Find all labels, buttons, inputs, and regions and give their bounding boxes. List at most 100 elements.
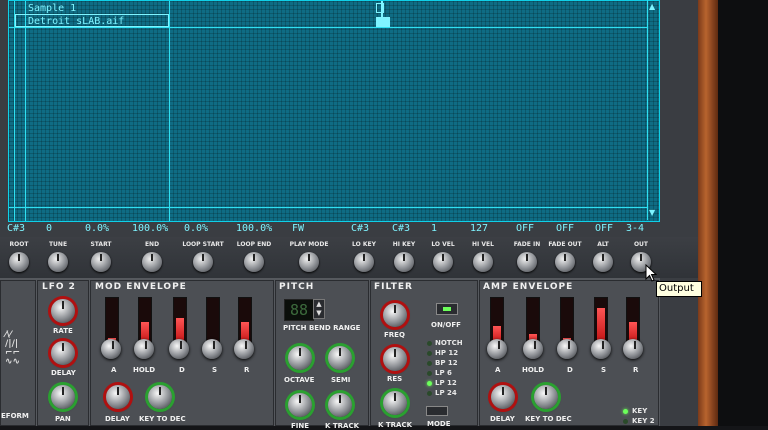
- knob-label-play-mode: PLAY MODE: [289, 241, 329, 248]
- filter-type-notch[interactable]: NOTCH: [435, 339, 463, 347]
- mod-env-key-to-dec-knob[interactable]: [148, 385, 172, 409]
- amp-env-attack-knob[interactable]: [487, 339, 507, 359]
- pitch-octave-knob[interactable]: [288, 346, 312, 370]
- filter-type-led-hp12[interactable]: [427, 351, 432, 356]
- filter-type-lp6[interactable]: LP 6: [435, 369, 452, 377]
- amp-env-key2-led[interactable]: [623, 419, 628, 424]
- key-range-marker[interactable]: [376, 17, 390, 27]
- filter-type-lp24[interactable]: LP 24: [435, 389, 457, 397]
- loop-end-knob[interactable]: [244, 252, 264, 272]
- filter-type-hp12[interactable]: HP 12: [435, 349, 458, 357]
- filter-freq-knob[interactable]: [383, 303, 407, 327]
- knob-label-start: START: [90, 241, 112, 248]
- knob-label-lo-key: LO KEY: [352, 241, 376, 248]
- filter-type-lp12[interactable]: LP 12: [435, 379, 457, 387]
- mod-env-sustain-slider[interactable]: [206, 297, 220, 345]
- rack-wood-side: [698, 0, 718, 426]
- amp-envelope-section: AMP ENVELOPE A HOLD D S R DELAY KEY TO D…: [479, 280, 659, 426]
- mod-env-decay-knob[interactable]: [169, 339, 189, 359]
- fade-in-knob[interactable]: [517, 252, 537, 272]
- play-mode-knob[interactable]: [299, 252, 319, 272]
- filter-res-knob[interactable]: [383, 347, 407, 371]
- output-tooltip: Output: [656, 281, 702, 297]
- loop-start-knob[interactable]: [193, 252, 213, 272]
- mod-env-hold-slider[interactable]: [138, 297, 152, 345]
- param-tune: 0: [46, 223, 53, 234]
- param-loop-start: 0.0%: [184, 223, 209, 234]
- mod-env-release-slider[interactable]: [238, 297, 252, 345]
- param-alt: OFF: [595, 223, 614, 234]
- amp-env-hold-knob[interactable]: [523, 339, 543, 359]
- pitch-bend-range-spinner[interactable]: ▲ ▼: [313, 299, 325, 319]
- filter-type-led-notch[interactable]: [427, 341, 432, 346]
- filter-type-led-lp24[interactable]: [427, 391, 432, 396]
- list-scrollbar[interactable]: [647, 0, 660, 220]
- filter-type-led-lp12[interactable]: [427, 381, 432, 386]
- lo-key-knob[interactable]: [354, 252, 374, 272]
- amp-env-decay-slider[interactable]: [560, 297, 574, 345]
- pitch-semi-knob[interactable]: [328, 346, 352, 370]
- mod-env-attack-slider[interactable]: [105, 297, 119, 345]
- amp-env-hold-slider[interactable]: [526, 297, 540, 345]
- waveform-section: ⁄\⁄ ∕|∕| ⌐⌐ ∿∿ EFORM: [0, 280, 36, 426]
- rack-background: [718, 0, 768, 426]
- filter-k-track-knob[interactable]: [383, 391, 407, 415]
- pitch-bend-range-label: PITCH BEND RANGE: [283, 324, 361, 332]
- start-knob[interactable]: [91, 252, 111, 272]
- mod-env-hold-knob[interactable]: [134, 339, 154, 359]
- amp-env-sustain-slider[interactable]: [594, 297, 608, 345]
- end-knob[interactable]: [142, 252, 162, 272]
- amp-env-key-to-dec-knob[interactable]: [534, 385, 558, 409]
- key-line: [381, 1, 383, 27]
- filter-on-off-label: ON/OFF: [431, 321, 461, 329]
- amp-env-sustain-knob[interactable]: [591, 339, 611, 359]
- param-root: C#3: [7, 223, 26, 234]
- mod-env-attack-knob[interactable]: [101, 339, 121, 359]
- lfo2-rate-label: RATE: [53, 327, 73, 335]
- param-end: 100.0%: [132, 223, 169, 234]
- mod-env-r-label: R: [244, 366, 250, 374]
- waveform-icons: ⁄\⁄ ∕|∕| ⌐⌐ ∿∿: [5, 330, 21, 367]
- amp-env-decay-knob[interactable]: [557, 339, 577, 359]
- amp-env-key-led[interactable]: [623, 409, 628, 414]
- lo-vel-knob[interactable]: [433, 252, 453, 272]
- amp-env-delay-knob[interactable]: [491, 385, 515, 409]
- amp-env-release-slider[interactable]: [626, 297, 640, 345]
- hi-key-knob[interactable]: [394, 252, 414, 272]
- mod-env-hold-label: HOLD: [133, 366, 156, 374]
- amp-env-release-knob[interactable]: [623, 339, 643, 359]
- lfo2-rate-knob[interactable]: [51, 299, 75, 323]
- mod-env-sustain-knob[interactable]: [202, 339, 222, 359]
- pitch-fine-knob[interactable]: [288, 393, 312, 417]
- amp-env-d-label: D: [567, 366, 573, 374]
- lfo2-section: LFO 2 RATE DELAY PAN: [37, 280, 89, 426]
- knob-label-fade-out: FADE OUT: [548, 241, 582, 248]
- amp-env-key2-label: KEY 2: [632, 417, 655, 425]
- mod-env-release-knob[interactable]: [234, 339, 254, 359]
- lfo2-delay-knob[interactable]: [51, 341, 75, 365]
- scroll-up-icon[interactable]: ▲: [649, 3, 655, 11]
- filter-mode-button[interactable]: [426, 406, 448, 416]
- alt-knob[interactable]: [593, 252, 613, 272]
- param-hi-key: C#3: [392, 223, 411, 234]
- pitch-k-track-knob[interactable]: [328, 393, 352, 417]
- filter-type-led-lp6[interactable]: [427, 371, 432, 376]
- lfo2-pan-knob[interactable]: [51, 385, 75, 409]
- amp-env-r-label: R: [633, 366, 639, 374]
- list-divider: [169, 1, 170, 221]
- filter-type-bp12[interactable]: BP 12: [435, 359, 458, 367]
- knob-label-loop-end: LOOP END: [236, 241, 272, 248]
- filter-res-label: RES: [387, 375, 403, 383]
- fade-out-knob[interactable]: [555, 252, 575, 272]
- scroll-down-icon[interactable]: ▼: [649, 209, 655, 217]
- mod-env-delay-knob[interactable]: [106, 385, 130, 409]
- synth-panel: ⁄\⁄ ∕|∕| ⌐⌐ ∿∿ EFORM LFO 2 RATE DELAY PAN M…: [0, 278, 698, 430]
- hi-vel-knob[interactable]: [473, 252, 493, 272]
- root-knob[interactable]: [9, 252, 29, 272]
- mod-env-s-label: S: [212, 366, 218, 374]
- mod-env-decay-slider[interactable]: [173, 297, 187, 345]
- filter-on-off-button[interactable]: [436, 303, 458, 315]
- filter-type-led-bp12[interactable]: [427, 361, 432, 366]
- amp-env-attack-slider[interactable]: [490, 297, 504, 345]
- tune-knob[interactable]: [48, 252, 68, 272]
